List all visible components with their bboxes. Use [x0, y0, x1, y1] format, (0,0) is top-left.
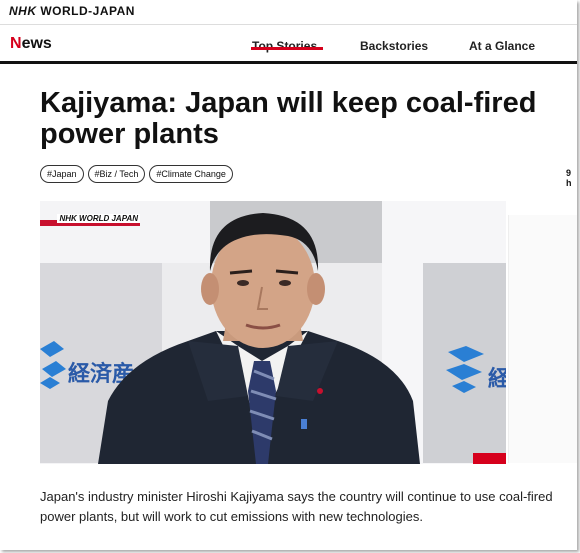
nhk-logo-text: NHK — [9, 4, 37, 18]
tag-biz-tech[interactable]: #Biz / Tech — [87, 165, 146, 183]
nav-backstories[interactable]: Backstories — [360, 39, 428, 53]
side-panel — [508, 215, 577, 463]
active-tab-indicator — [251, 47, 323, 50]
news-video[interactable]: 経済産 経 NHK WORLD JAPAN — [40, 201, 506, 464]
tag-japan[interactable]: #Japan — [40, 165, 84, 183]
ministry-logo-icon — [40, 341, 66, 389]
nav-top-stories[interactable]: Top Stories — [252, 39, 317, 53]
tag-list: #Japan #Biz / Tech #Climate Change — [40, 165, 233, 183]
article-summary: Japan's industry minister Hiroshi Kajiya… — [40, 489, 553, 524]
backdrop-kanji-right: 経 — [488, 366, 506, 391]
article-headline: Kajiyama: Japan will keep coal-fired pow… — [40, 87, 537, 150]
nhk-world-logo[interactable]: NHK WORLD-JAPAN — [9, 4, 135, 18]
page-frame: NHK WORLD-JAPAN News Top Stories Backsto… — [0, 0, 577, 550]
nav-at-a-glance[interactable]: At a Glance — [469, 39, 535, 53]
news-initial: N — [10, 35, 22, 52]
world-japan-text: WORLD-JAPAN — [40, 4, 135, 18]
news-rest: ews — [21, 35, 52, 52]
section-nav: News Top Stories Backstories At a Glance — [0, 25, 577, 64]
minister-portrait — [98, 213, 420, 464]
video-red-marker — [473, 453, 506, 464]
ministry-logo-icon-right — [446, 346, 484, 393]
timestamp: 9 h — [566, 168, 572, 188]
brand-bar: NHK WORLD-JAPAN — [0, 0, 577, 25]
tag-climate-change[interactable]: #Climate Change — [149, 165, 233, 183]
section-title-news[interactable]: News — [10, 35, 52, 53]
